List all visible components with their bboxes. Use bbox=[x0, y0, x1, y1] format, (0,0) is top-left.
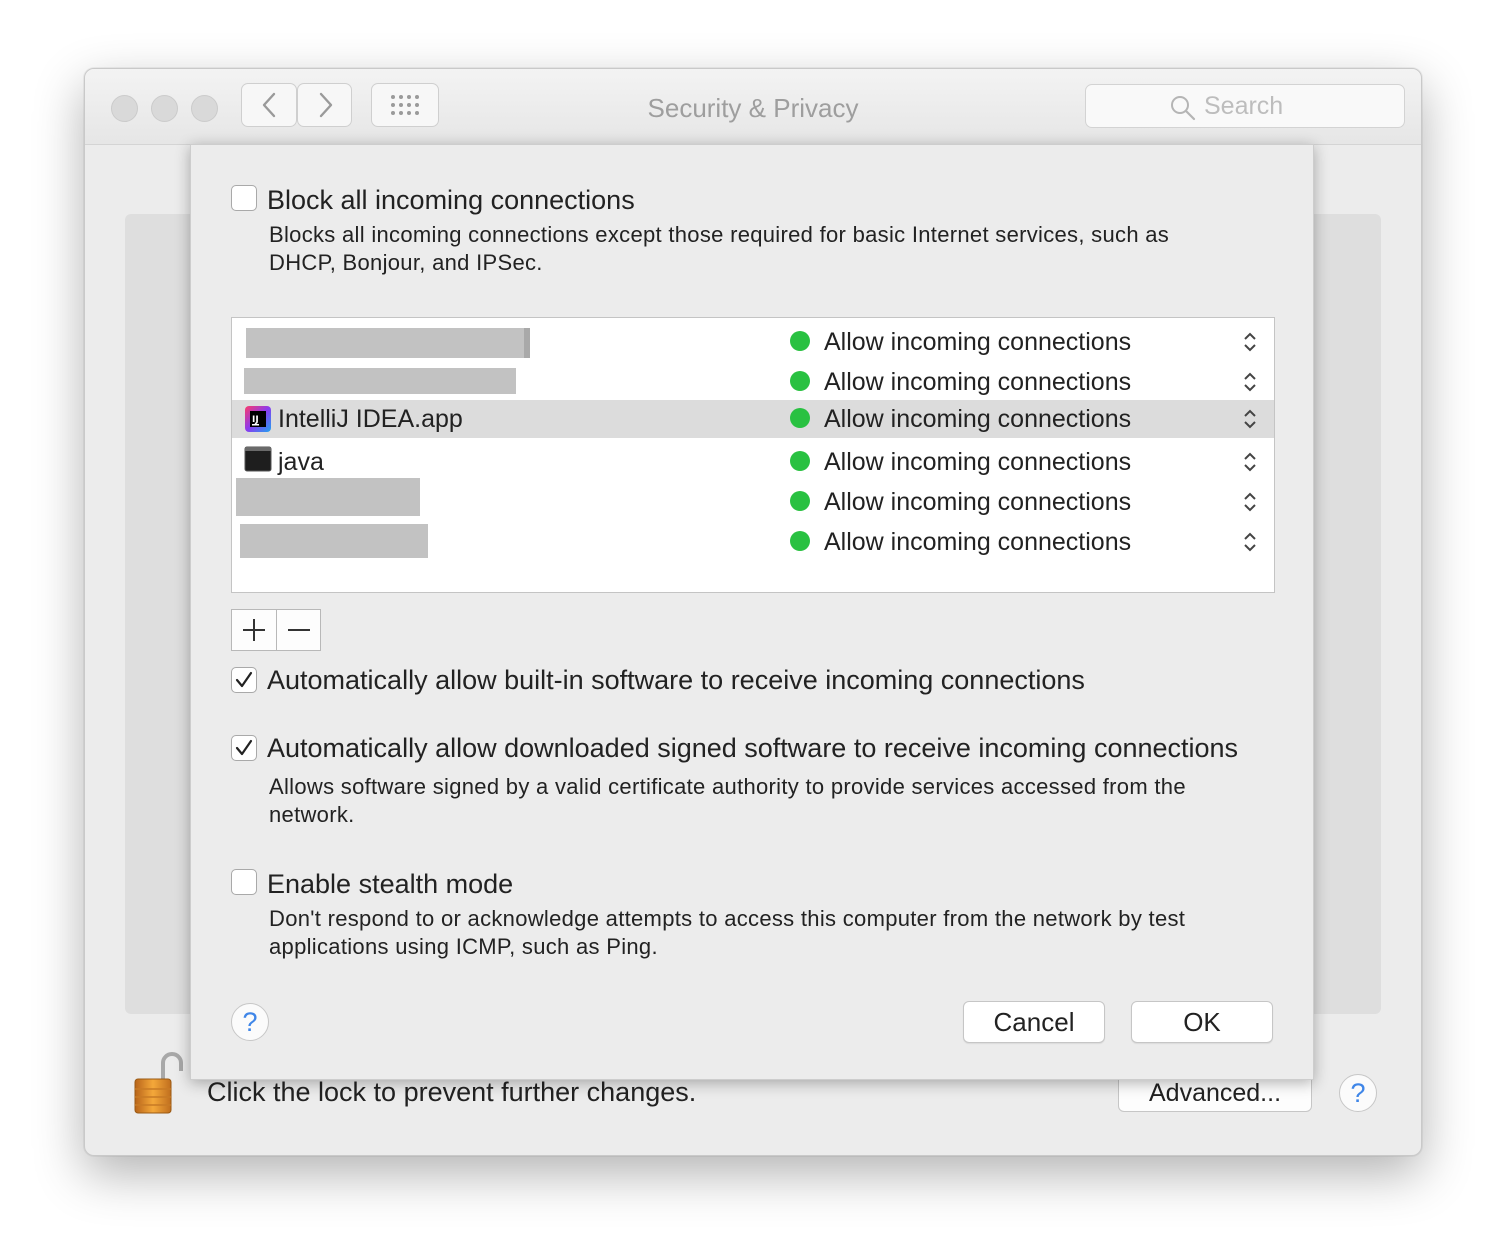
status-dot-icon bbox=[790, 331, 810, 351]
remove-app-button[interactable] bbox=[277, 610, 321, 650]
lock-message: Click the lock to prevent further change… bbox=[207, 1077, 697, 1107]
terminal-app-icon bbox=[244, 446, 272, 472]
checkmark-icon bbox=[235, 739, 253, 756]
plus-icon bbox=[243, 619, 265, 641]
block-all-description: Blocks all incoming connections except t… bbox=[269, 221, 1169, 277]
app-name: IntelliJ IDEA.app bbox=[278, 405, 463, 433]
ok-button[interactable]: OK bbox=[1131, 1001, 1273, 1043]
status-dot-icon bbox=[790, 408, 810, 428]
auto-signed-label: Automatically allow downloaded signed so… bbox=[267, 733, 1239, 763]
auto-signed-checkbox[interactable] bbox=[231, 735, 257, 761]
popup-stepper-icon[interactable] bbox=[1242, 407, 1258, 431]
stealth-mode-checkbox[interactable] bbox=[231, 869, 257, 895]
popup-stepper-icon[interactable] bbox=[1242, 330, 1258, 354]
connection-status[interactable]: Allow incoming connections bbox=[824, 328, 1131, 357]
auto-builtin-checkbox[interactable] bbox=[231, 667, 257, 693]
stealth-mode-description-line1: Don't respond to or acknowledge attempts… bbox=[269, 906, 1186, 931]
svg-text:IJ: IJ bbox=[252, 415, 259, 425]
sheet-help-button[interactable]: ? bbox=[231, 1003, 269, 1041]
unlocked-lock-icon bbox=[134, 1052, 183, 1114]
popup-stepper-icon[interactable] bbox=[1242, 370, 1258, 394]
auto-signed-description-line2: network. bbox=[269, 802, 355, 827]
cancel-button[interactable]: Cancel bbox=[963, 1001, 1105, 1043]
block-all-description-line1: Blocks all incoming connections except t… bbox=[269, 222, 1170, 247]
pane-help-button[interactable]: ? bbox=[1339, 1074, 1377, 1112]
auto-signed-description: Allows software signed by a valid certif… bbox=[269, 773, 1186, 829]
redacted-app-name bbox=[246, 328, 530, 358]
redacted-app-name bbox=[236, 478, 420, 516]
popup-stepper-icon[interactable] bbox=[1242, 490, 1258, 514]
search-field[interactable] bbox=[1085, 84, 1405, 128]
search-icon bbox=[1171, 96, 1196, 121]
status-dot-icon bbox=[790, 371, 810, 391]
search-input[interactable] bbox=[1204, 91, 1384, 121]
redacted-app-name bbox=[240, 524, 428, 558]
popup-stepper-icon[interactable] bbox=[1242, 450, 1258, 474]
connection-status[interactable]: Allow incoming connections bbox=[824, 405, 1131, 434]
block-all-checkbox[interactable] bbox=[231, 185, 257, 211]
title-bar: Security & Privacy bbox=[85, 69, 1421, 145]
redacted-app-name bbox=[244, 368, 516, 394]
lock-button[interactable] bbox=[133, 1049, 185, 1120]
add-app-button[interactable] bbox=[232, 610, 276, 650]
block-all-description-line2: DHCP, Bonjour, and IPSec. bbox=[269, 250, 543, 275]
add-remove-control bbox=[231, 609, 321, 651]
app-row[interactable]: Allow incoming connections bbox=[232, 522, 1274, 562]
status-dot-icon bbox=[790, 451, 810, 471]
popup-stepper-icon[interactable] bbox=[1242, 530, 1258, 554]
auto-builtin-label: Automatically allow built-in software to… bbox=[267, 665, 1085, 695]
app-name: java bbox=[278, 448, 324, 476]
firewall-options-sheet: Block all incoming connections Blocks al… bbox=[190, 144, 1314, 1080]
connection-status[interactable]: Allow incoming connections bbox=[824, 528, 1131, 557]
auto-signed-description-line1: Allows software signed by a valid certif… bbox=[269, 774, 1186, 799]
app-row[interactable]: Allow incoming connections bbox=[232, 322, 1274, 362]
intellij-app-icon: IJ bbox=[245, 406, 271, 432]
app-row[interactable]: java Allow incoming connections bbox=[232, 442, 1274, 482]
app-row-selected[interactable]: IJ IntelliJ IDEA.app Allow incoming conn… bbox=[232, 400, 1274, 438]
status-dot-icon bbox=[790, 531, 810, 551]
connection-status[interactable]: Allow incoming connections bbox=[824, 448, 1131, 477]
app-row[interactable]: Allow incoming connections bbox=[232, 362, 1274, 402]
connection-status[interactable]: Allow incoming connections bbox=[824, 488, 1131, 517]
stealth-mode-description: Don't respond to or acknowledge attempts… bbox=[269, 905, 1185, 961]
stealth-mode-description-line2: applications using ICMP, such as Ping. bbox=[269, 934, 658, 959]
app-list[interactable]: Allow incoming connections Allow incomin… bbox=[231, 317, 1275, 593]
connection-status[interactable]: Allow incoming connections bbox=[824, 368, 1131, 397]
stealth-mode-label: Enable stealth mode bbox=[267, 869, 514, 899]
checkmark-icon bbox=[235, 671, 253, 688]
status-dot-icon bbox=[790, 491, 810, 511]
minus-icon bbox=[288, 629, 310, 631]
block-all-label: Block all incoming connections bbox=[267, 185, 635, 215]
app-row[interactable]: Allow incoming connections bbox=[232, 478, 1274, 522]
